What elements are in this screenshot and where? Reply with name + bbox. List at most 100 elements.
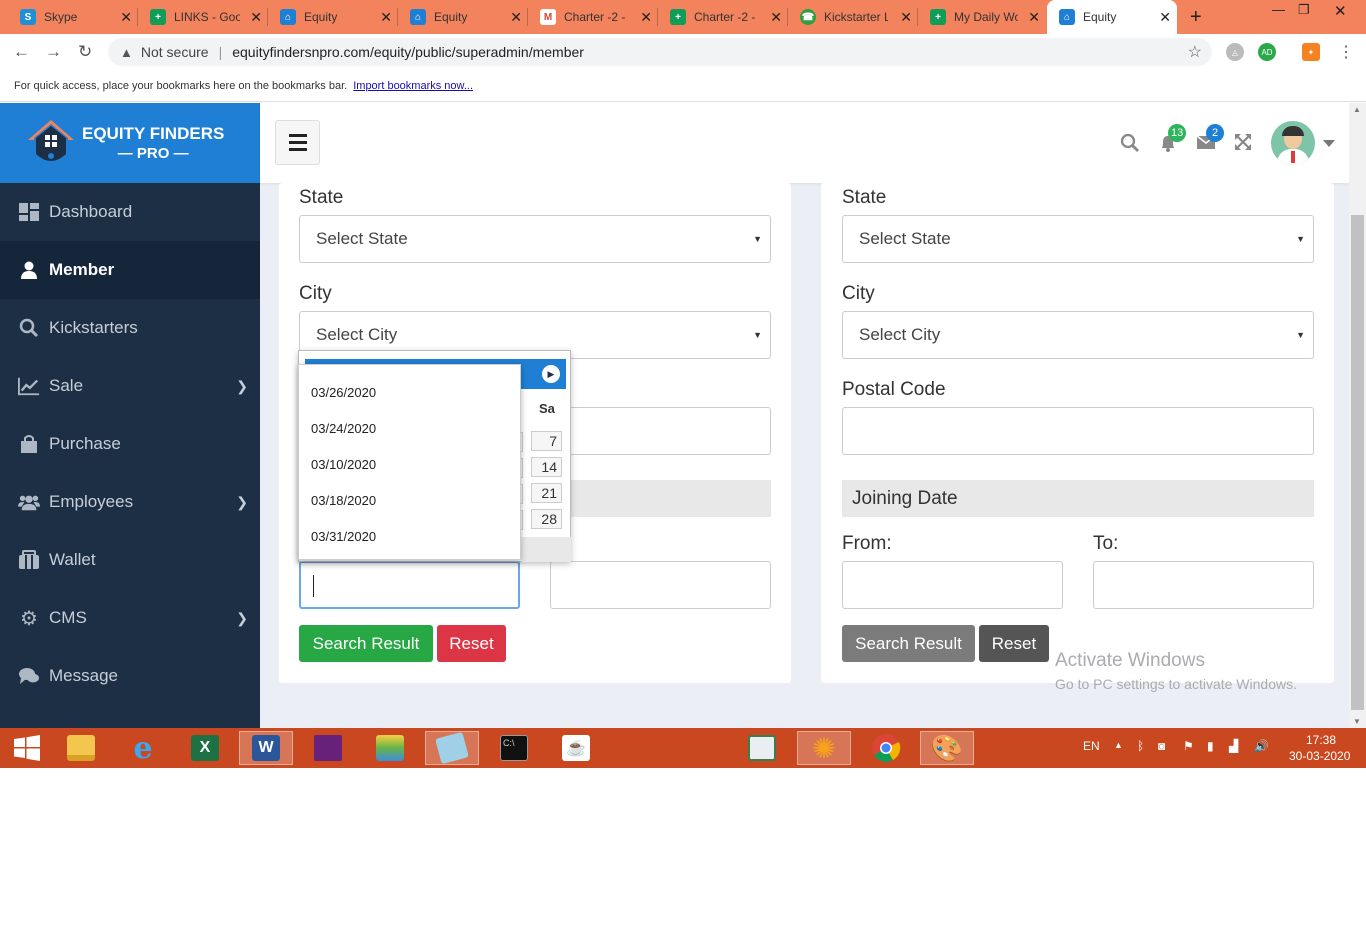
sidebar-item-wallet[interactable]: Wallet: [0, 531, 260, 589]
close-icon[interactable]: ✕: [120, 9, 132, 26]
clock-date[interactable]: 30-03-2020: [1289, 749, 1350, 763]
autocomplete-item[interactable]: 03/18/2020: [311, 493, 376, 508]
reload-button[interactable]: ↻: [78, 42, 92, 62]
autocomplete-item[interactable]: 03/10/2020: [311, 457, 376, 472]
autocomplete-item[interactable]: 03/26/2020: [311, 385, 376, 400]
logo[interactable]: EQUITY FINDERS — PRO —: [0, 103, 260, 183]
star-icon[interactable]: ☆: [1188, 42, 1202, 62]
reset-button[interactable]: Reset: [437, 625, 506, 662]
profile-badge[interactable]: AD: [1258, 43, 1276, 61]
close-icon[interactable]: ✕: [380, 9, 392, 26]
import-bookmarks-link[interactable]: Import bookmarks now...: [353, 80, 473, 92]
warning-icon[interactable]: ▲: [120, 45, 133, 60]
scroll-up-icon[interactable]: ▲: [1353, 105, 1361, 114]
browser-tab-active[interactable]: ⌂ Equity ✕: [1047, 0, 1177, 34]
close-icon[interactable]: ✕: [770, 9, 782, 26]
visual-studio-icon[interactable]: [301, 731, 355, 765]
day-cell[interactable]: 7: [531, 431, 562, 451]
address-bar[interactable]: ▲ Not secure | equityfindersnpro.com/equ…: [108, 38, 1212, 66]
postal-code-input[interactable]: [842, 407, 1314, 455]
day-cell[interactable]: 14: [531, 457, 562, 477]
volume-icon[interactable]: 🔊: [1254, 739, 1269, 753]
close-icon[interactable]: ✕: [510, 9, 522, 26]
window-close-button[interactable]: ✕: [1334, 2, 1347, 20]
browser-tab[interactable]: + My Daily Wo ✕: [918, 0, 1046, 34]
state-select[interactable]: Select State ▼: [842, 215, 1314, 263]
bell-icon[interactable]: 13: [1158, 124, 1187, 158]
day-cell[interactable]: 28: [531, 509, 562, 529]
next-month-icon[interactable]: ▶: [542, 365, 560, 383]
close-icon[interactable]: ✕: [1028, 9, 1040, 26]
extension-icon[interactable]: ✦: [1302, 43, 1320, 61]
browser-tab[interactable]: + Charter -2 - ✕: [658, 0, 788, 34]
to-date-input[interactable]: [1093, 561, 1314, 609]
bluetooth-icon[interactable]: ᛒ: [1137, 739, 1144, 753]
avatar[interactable]: [1271, 121, 1315, 165]
browser-tab[interactable]: ☎ Kickstarter L ✕: [788, 0, 918, 34]
sidebar-item-purchase[interactable]: Purchase: [0, 415, 260, 473]
paint-icon[interactable]: 🎨: [920, 731, 974, 765]
browser-tab[interactable]: M Charter -2 - ✕: [528, 0, 658, 34]
to-date-input[interactable]: [550, 561, 771, 609]
cmd-icon[interactable]: C:\: [487, 731, 541, 765]
windows-start-icon[interactable]: [0, 731, 54, 765]
menu-icon[interactable]: ⋮: [1338, 42, 1354, 62]
url-text[interactable]: equityfindersnpro.com/equity/public/supe…: [232, 44, 584, 60]
sidebar-item-dashboard[interactable]: Dashboard: [0, 183, 260, 241]
from-date-input[interactable]: [842, 561, 1063, 609]
caret-down-icon[interactable]: [1323, 140, 1335, 147]
signal-icon[interactable]: ▟: [1229, 739, 1238, 753]
java-icon[interactable]: ☕: [549, 731, 603, 765]
back-button[interactable]: ←: [13, 42, 30, 62]
menu-toggle-button[interactable]: [275, 120, 320, 165]
sidebar-item-member[interactable]: Member: [0, 241, 260, 299]
sidebar-item-employees[interactable]: Employees ❯: [0, 473, 260, 531]
tray-expand-icon[interactable]: ▲: [1114, 740, 1123, 750]
sidebar-item-kickstarters[interactable]: Kickstarters: [0, 299, 260, 357]
postal-code-input[interactable]: [550, 407, 771, 455]
sidebar-item-message[interactable]: Message: [0, 647, 260, 705]
browser-tab[interactable]: S Skype ✕: [0, 0, 138, 34]
network-icon[interactable]: ◙: [1158, 739, 1165, 753]
close-icon[interactable]: ✕: [250, 9, 262, 26]
browser-tab[interactable]: ⌂ Equity ✕: [268, 0, 398, 34]
language-indicator[interactable]: EN: [1083, 739, 1100, 753]
chrome-icon[interactable]: [859, 731, 913, 765]
forward-button[interactable]: →: [45, 42, 62, 62]
browser-tab[interactable]: ⌂ Equity ✕: [398, 0, 528, 34]
restore-button[interactable]: ❐: [1298, 2, 1310, 18]
sidebar-item-sale[interactable]: Sale ❯: [0, 357, 260, 415]
reset-button[interactable]: Reset: [979, 625, 1049, 662]
minimize-button[interactable]: —: [1272, 2, 1285, 17]
battery-icon[interactable]: ▮: [1207, 739, 1214, 753]
internet-explorer-icon[interactable]: e: [116, 731, 170, 766]
word-icon[interactable]: W: [239, 731, 293, 765]
close-icon[interactable]: ✕: [640, 9, 652, 26]
autocomplete-item[interactable]: 03/24/2020: [311, 421, 376, 436]
reader-icon[interactable]: [735, 731, 789, 765]
search-result-button[interactable]: Search Result: [299, 625, 433, 662]
search-icon[interactable]: [1120, 133, 1140, 158]
city-select[interactable]: Select City ▼: [842, 311, 1314, 359]
scroll-down-icon[interactable]: ▼: [1353, 717, 1361, 726]
scrollbar-thumb[interactable]: [1351, 215, 1364, 710]
clock-time[interactable]: 17:38: [1306, 733, 1336, 747]
file-explorer-icon[interactable]: [54, 731, 108, 765]
state-select[interactable]: Select State ▼: [299, 215, 771, 263]
autocomplete-item[interactable]: 03/31/2020: [311, 529, 376, 544]
browser-tab[interactable]: + LINKS - Goo ✕: [138, 0, 268, 34]
day-cell[interactable]: 21: [531, 483, 562, 503]
bluestacks-icon[interactable]: [363, 731, 417, 765]
close-icon[interactable]: ✕: [900, 9, 912, 26]
excel-icon[interactable]: X: [178, 731, 232, 765]
extension-icon[interactable]: ◬: [1226, 43, 1244, 61]
action-center-icon[interactable]: ⚑: [1183, 739, 1194, 753]
fullscreen-icon[interactable]: [1234, 133, 1252, 156]
envelope-icon[interactable]: 2: [1196, 124, 1224, 156]
sidebar-item-cms[interactable]: ⚙ CMS ❯: [0, 589, 260, 647]
notepad-icon[interactable]: [425, 731, 479, 765]
settings-app-icon[interactable]: ✺: [797, 731, 851, 765]
close-icon[interactable]: ✕: [1159, 9, 1171, 26]
search-result-button[interactable]: Search Result: [842, 625, 975, 662]
from-date-input[interactable]: [299, 561, 520, 609]
